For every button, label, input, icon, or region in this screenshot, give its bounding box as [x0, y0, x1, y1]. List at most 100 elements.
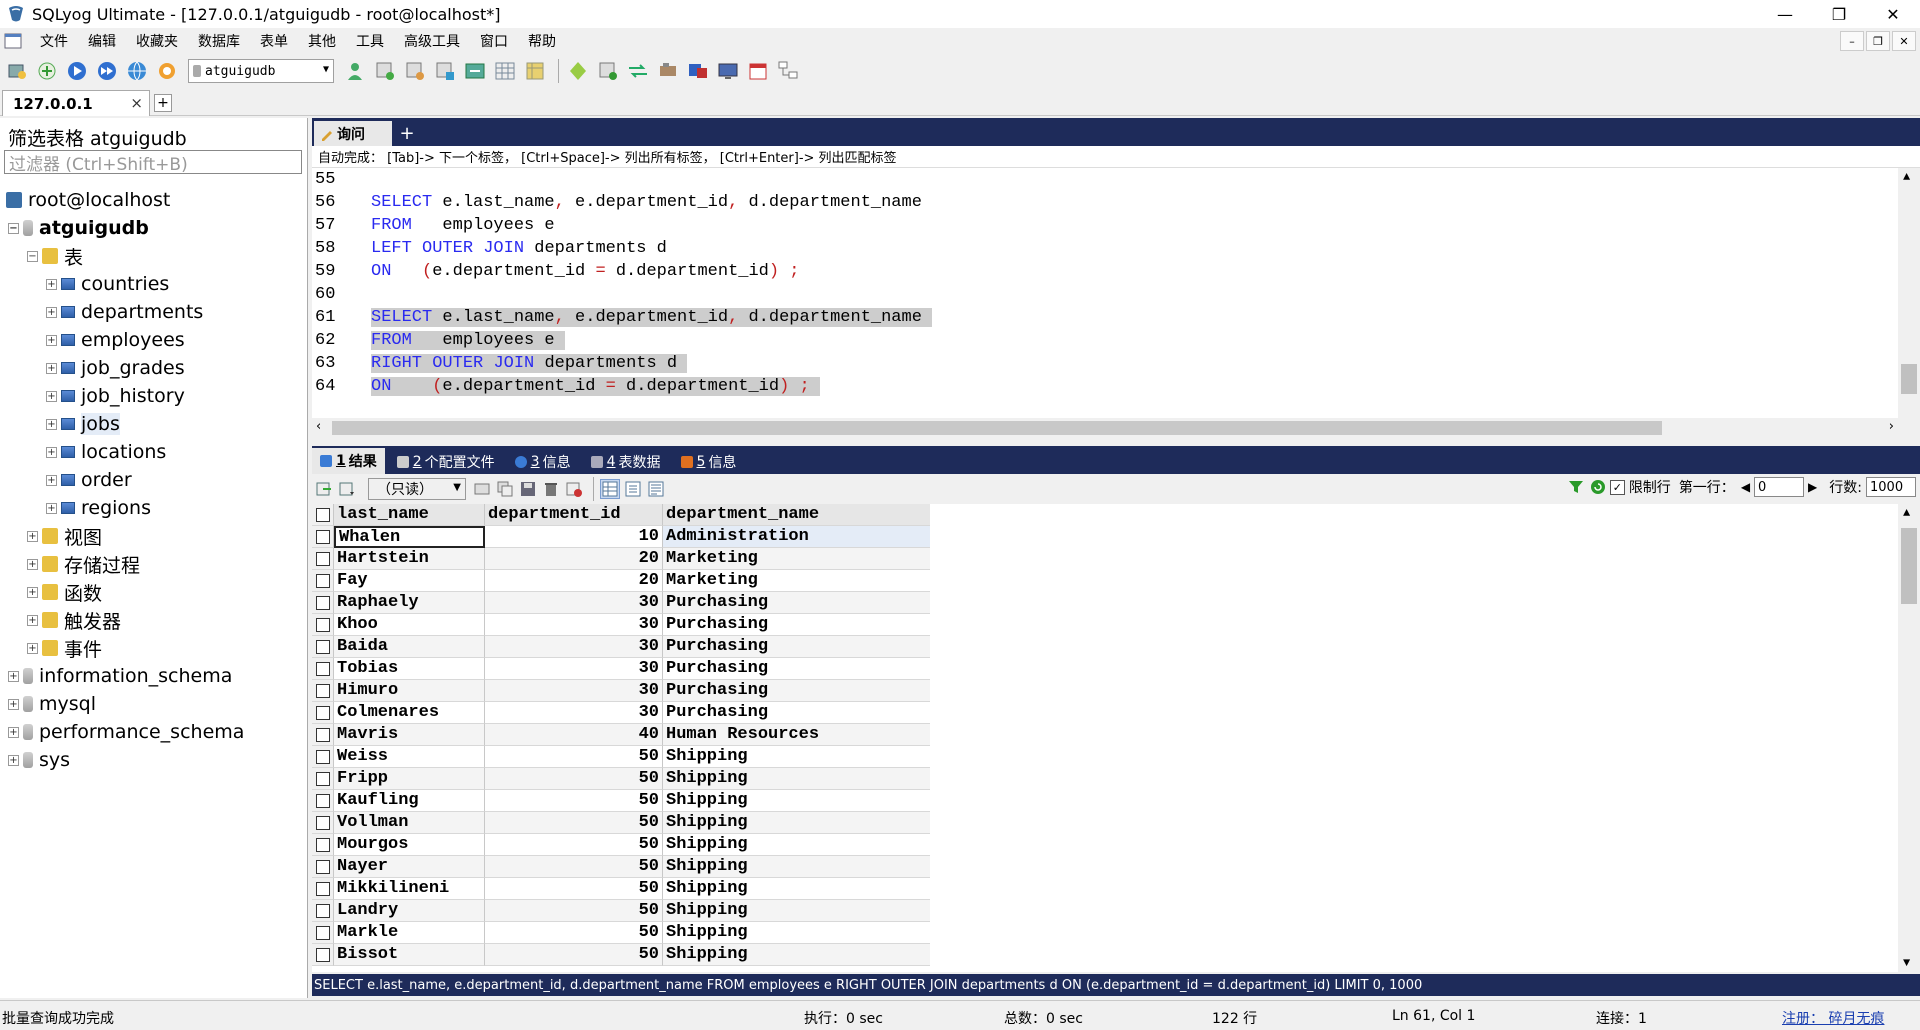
row-checkbox-cell[interactable]: [312, 702, 334, 724]
cell-last-name[interactable]: Hartstein: [334, 548, 485, 570]
row-checkbox-cell[interactable]: [312, 746, 334, 768]
menu-window[interactable]: 窗口: [470, 31, 518, 51]
cell-last-name[interactable]: Weiss: [334, 746, 485, 768]
copy-results-button[interactable]: [337, 479, 357, 499]
row-checkbox-cell[interactable]: [312, 922, 334, 944]
table-row[interactable]: Mourgos 50 Shipping: [312, 834, 930, 856]
tree-node-table[interactable]: + locations: [0, 438, 308, 466]
previous-page-icon[interactable]: ◀: [1741, 480, 1750, 494]
cell-department-name[interactable]: Shipping: [663, 746, 930, 768]
cell-last-name[interactable]: Nayer: [334, 856, 485, 878]
close-button[interactable]: ✕: [1866, 0, 1920, 28]
column-header[interactable]: department_id: [485, 504, 663, 526]
scroll-up-icon[interactable]: ▲: [1903, 506, 1910, 520]
row-checkbox-cell[interactable]: [312, 526, 334, 548]
tree-node-table[interactable]: + job_history: [0, 382, 308, 410]
table-row[interactable]: Nayer 50 Shipping: [312, 856, 930, 878]
expand-icon[interactable]: +: [46, 306, 57, 318]
expand-icon[interactable]: +: [8, 698, 19, 710]
expand-icon[interactable]: +: [8, 670, 19, 682]
results-grid[interactable]: last_name department_id department_name Wha…: [312, 504, 1920, 972]
editor-horizontal-scrollbar[interactable]: ‹ ›: [312, 418, 1898, 438]
tree-node-server[interactable]: root@localhost: [0, 186, 308, 214]
row-checkbox-cell[interactable]: [312, 768, 334, 790]
cell-last-name[interactable]: Fripp: [334, 768, 485, 790]
user-manager-button[interactable]: [342, 58, 368, 84]
checkbox[interactable]: [315, 683, 330, 698]
menu-file[interactable]: 文件: [30, 31, 78, 51]
export-button[interactable]: [492, 58, 518, 84]
cell-last-name[interactable]: Whalen: [334, 526, 485, 548]
row-checkbox-cell[interactable]: [312, 790, 334, 812]
delete-row-button[interactable]: [541, 479, 561, 499]
table-row[interactable]: Colmenares 30 Purchasing: [312, 702, 930, 724]
select-all-checkbox-cell[interactable]: [312, 504, 334, 526]
expand-icon[interactable]: +: [46, 334, 57, 346]
data-search-button[interactable]: [745, 58, 771, 84]
query-tab[interactable]: 询问: [314, 121, 392, 146]
tab-table-data[interactable]: 4 表数据: [583, 450, 669, 474]
save-changes-button[interactable]: [518, 479, 538, 499]
notifications-button[interactable]: [715, 58, 741, 84]
cell-department-id[interactable]: 20: [485, 548, 663, 570]
cell-last-name[interactable]: Mourgos: [334, 834, 485, 856]
table-row[interactable]: Markle 50 Shipping: [312, 922, 930, 944]
tab-result[interactable]: 1 结果: [312, 448, 385, 474]
table-row[interactable]: Fripp 50 Shipping: [312, 768, 930, 790]
cell-department-name[interactable]: Human Resources: [663, 724, 930, 746]
tree-node-table[interactable]: + job_grades: [0, 354, 308, 382]
scrollbar-thumb[interactable]: [332, 421, 1662, 435]
database-select[interactable]: atguigudb ▼: [188, 59, 334, 83]
schema-designer-button[interactable]: [625, 58, 651, 84]
scroll-left-icon[interactable]: ‹: [316, 419, 321, 434]
tree-node-table[interactable]: + employees: [0, 326, 308, 354]
expand-icon[interactable]: +: [46, 278, 57, 290]
cell-department-id[interactable]: 30: [485, 658, 663, 680]
close-icon[interactable]: ×: [130, 94, 143, 112]
tree-node-database[interactable]: + sys: [0, 746, 308, 774]
tree-node-functions-folder[interactable]: + 函数: [0, 578, 308, 606]
expand-icon[interactable]: +: [46, 390, 57, 402]
tree-node-table[interactable]: + countries: [0, 270, 308, 298]
cell-department-name[interactable]: Marketing: [663, 548, 930, 570]
expand-icon[interactable]: +: [46, 418, 57, 430]
scroll-right-icon[interactable]: ›: [1889, 419, 1894, 434]
table-row[interactable]: Weiss 50 Shipping: [312, 746, 930, 768]
manage-indexes-button[interactable]: [432, 58, 458, 84]
export-results-button[interactable]: [314, 479, 334, 499]
table-row[interactable]: Hartstein 20 Marketing: [312, 548, 930, 570]
row-checkbox-cell[interactable]: [312, 570, 334, 592]
expand-icon[interactable]: +: [27, 614, 38, 626]
table-row[interactable]: Himuro 30 Purchasing: [312, 680, 930, 702]
cell-department-name[interactable]: Purchasing: [663, 658, 930, 680]
tree-node-triggers-folder[interactable]: + 触发器: [0, 606, 308, 634]
table-row[interactable]: Vollman 50 Shipping: [312, 812, 930, 834]
collapse-icon[interactable]: −: [27, 250, 38, 262]
cell-department-name[interactable]: Purchasing: [663, 636, 930, 658]
add-query-tab-button[interactable]: +: [398, 123, 416, 144]
checkbox[interactable]: [315, 881, 330, 896]
cell-department-name[interactable]: Purchasing: [663, 702, 930, 724]
tree-node-table[interactable]: + departments: [0, 298, 308, 326]
checkbox[interactable]: [315, 727, 330, 742]
cell-department-name[interactable]: Shipping: [663, 856, 930, 878]
cell-department-id[interactable]: 50: [485, 834, 663, 856]
checkbox[interactable]: [315, 507, 330, 522]
grid-vertical-scrollbar[interactable]: ▲ ▼: [1898, 504, 1920, 972]
table-row[interactable]: Raphaely 30 Purchasing: [312, 592, 930, 614]
cell-last-name[interactable]: Mavris: [334, 724, 485, 746]
menu-advanced-tools[interactable]: 高级工具: [394, 31, 470, 51]
checkbox[interactable]: [315, 771, 330, 786]
schema-sync-button[interactable]: [565, 58, 591, 84]
cell-department-id[interactable]: 50: [485, 878, 663, 900]
cell-department-name[interactable]: Shipping: [663, 768, 930, 790]
cell-last-name[interactable]: Mikkilineni: [334, 878, 485, 900]
readonly-select[interactable]: （只读） ▼: [368, 478, 466, 500]
cell-department-id[interactable]: 50: [485, 790, 663, 812]
row-checkbox-cell[interactable]: [312, 548, 334, 570]
checkbox[interactable]: [315, 749, 330, 764]
expand-icon[interactable]: +: [27, 530, 38, 542]
duplicate-row-button[interactable]: [495, 479, 515, 499]
import-button[interactable]: [462, 58, 488, 84]
add-connection-tab-button[interactable]: +: [154, 94, 172, 112]
